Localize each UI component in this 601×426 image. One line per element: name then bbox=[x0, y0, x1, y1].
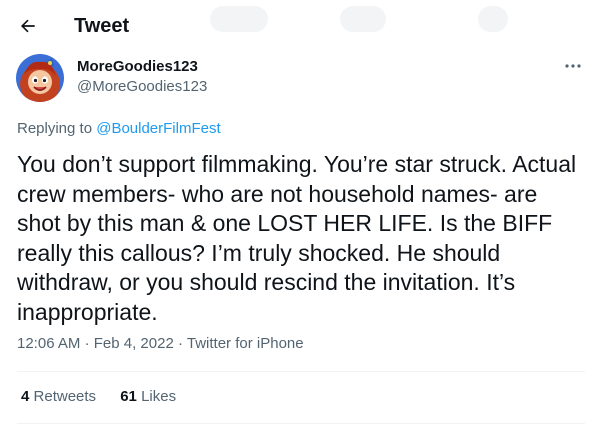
background-placeholder bbox=[210, 6, 268, 32]
replying-to: Replying to @BoulderFilmFest bbox=[17, 120, 221, 138]
meta-separator: · bbox=[84, 335, 90, 352]
reply-target-link[interactable]: @BoulderFilmFest bbox=[96, 120, 220, 137]
background-placeholder bbox=[478, 6, 508, 32]
tweet-metadata: 12:06 AM · Feb 4, 2022 · Twitter for iPh… bbox=[17, 335, 304, 353]
retweets-count: 4 bbox=[21, 388, 30, 405]
page-header: Tweet bbox=[0, 0, 601, 52]
arrow-left-icon bbox=[20, 19, 35, 33]
more-options-button[interactable] bbox=[559, 56, 587, 76]
tweet-date[interactable]: Feb 4, 2022 bbox=[94, 335, 174, 352]
author-display-name[interactable]: MoreGoodies123 bbox=[77, 58, 198, 76]
divider bbox=[17, 423, 585, 424]
divider bbox=[17, 371, 585, 372]
page-title: Tweet bbox=[74, 15, 130, 37]
likes-stat[interactable]: 61 Likes bbox=[120, 388, 176, 405]
replying-to-label: Replying to bbox=[17, 120, 93, 137]
tweet-stats: 4 Retweets 61 Likes bbox=[21, 388, 196, 406]
meta-separator: · bbox=[177, 335, 183, 352]
tweet-source[interactable]: Twitter for iPhone bbox=[187, 335, 304, 352]
tweet-time[interactable]: 12:06 AM bbox=[17, 335, 80, 352]
author-handle[interactable]: @MoreGoodies123 bbox=[77, 78, 207, 96]
back-button[interactable] bbox=[12, 10, 44, 42]
background-placeholder bbox=[340, 6, 386, 32]
avatar[interactable] bbox=[16, 54, 64, 102]
likes-label: Likes bbox=[141, 388, 177, 405]
tweet-text: You don’t support filmmaking. You’re sta… bbox=[17, 151, 577, 325]
likes-count: 61 bbox=[120, 388, 137, 405]
more-dots-icon bbox=[565, 64, 581, 68]
cartoon-avatar-icon bbox=[16, 54, 64, 102]
retweets-stat[interactable]: 4 Retweets bbox=[21, 388, 96, 405]
retweets-label: Retweets bbox=[33, 388, 97, 405]
